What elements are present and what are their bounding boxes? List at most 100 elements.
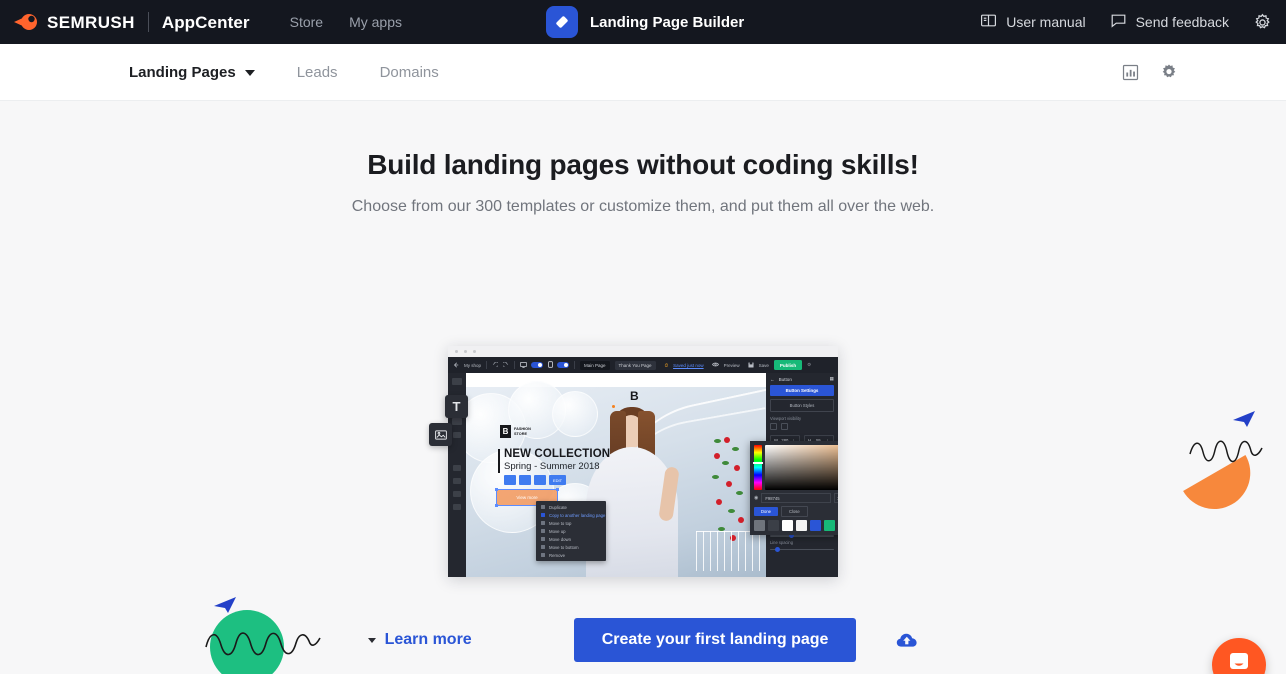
timer-icon [453,504,461,510]
builder-settings-icon: ⚙ [807,362,812,367]
subnav-item-landing-pages[interactable]: Landing Pages [129,64,276,81]
desktop-icon[interactable] [770,423,777,430]
user-manual-button[interactable]: User manual [980,12,1086,32]
blue-triangle-decoration [1231,409,1257,434]
saved-status: Saved just now [673,362,704,368]
image-tool-icon[interactable] [429,423,452,446]
cloud-upload-icon[interactable] [896,631,918,649]
color-swatch[interactable] [810,520,821,531]
right-panel-title: Button [778,376,792,382]
topnav-link-my-apps[interactable]: My apps [349,15,402,29]
move-up-icon [541,529,545,533]
right-panel-header: ← Button ▦ [770,376,834,385]
color-swatch[interactable] [768,520,779,531]
context-menu-item[interactable]: Move down [536,535,606,543]
intercom-chat-icon [1226,650,1252,674]
frame-icon [453,491,461,497]
headline-accent-bar [498,449,500,473]
undo-icon [492,361,499,369]
subnav-label-landing-pages: Landing Pages [129,63,236,81]
top-bar: SEMRUSH AppCenter Store My apps Landing … [0,0,1286,44]
trash-icon [541,553,545,557]
create-landing-page-button[interactable]: Create your first landing page [573,618,857,662]
redo-icon [502,361,509,369]
subnav-item-leads[interactable]: Leads [297,64,359,81]
subnav-label-leads: Leads [296,63,338,81]
mobile-icon[interactable] [781,423,788,430]
top-nav-links: Store My apps [290,15,402,29]
sub-nav-items: Landing Pages Leads Domains [129,64,460,81]
saturation-value-area[interactable] [765,445,838,490]
learn-more-button[interactable]: Learn more [367,631,472,649]
gear-icon[interactable] [1253,13,1274,32]
context-menu-item[interactable]: Remove [536,551,606,559]
landing-page-builder-icon [546,6,578,38]
color-done-button[interactable]: Done [754,507,779,516]
line-spacing-slider[interactable] [770,547,834,551]
move-down-icon [541,537,545,541]
text-tool-icon[interactable]: T [445,395,468,418]
user-manual-label: User manual [1006,14,1086,30]
analytics-icon[interactable] [1121,63,1139,81]
font-size-slider[interactable] [770,533,834,538]
brand-text: FASHION STORE [514,427,531,436]
element-toolbar: EDIT [504,475,566,485]
viewport-visibility-label: Viewport visibility [770,416,802,421]
context-menu-label: Move to bottom [549,544,579,550]
subnav-label-domains: Domains [379,63,439,81]
top-bar-right: User manual Send feedback [980,0,1274,44]
topnav-link-store[interactable]: Store [290,15,323,29]
hex-input[interactable]: F98745 [761,493,831,503]
context-menu-label: Move up [549,528,566,534]
context-menu-label: Move down [549,536,571,542]
context-menu-item[interactable]: Copy to another landing page [536,511,606,519]
subnav-item-domains[interactable]: Domains [380,64,460,81]
brand-logo[interactable]: SEMRUSH AppCenter [0,12,250,32]
opacity-input[interactable]: 100 % [834,493,838,503]
book-icon [980,12,997,32]
window-dot [464,350,467,353]
edit-button: EDIT [549,475,566,485]
brand-suffix: AppCenter [161,12,250,32]
button-styles-tab[interactable]: Button Styles [770,399,834,412]
window-dot [455,350,458,353]
mobile-viewport-toggle [548,361,570,369]
selection-dot [612,405,615,408]
app-title: Landing Page Builder [590,13,745,31]
context-menu-item[interactable]: Move to bottom [536,543,606,551]
grid-icon [453,465,461,471]
publish-button: Publish [773,360,803,370]
arrow-left-icon [453,361,459,369]
send-feedback-button[interactable]: Send feedback [1110,12,1229,32]
context-menu-item[interactable]: Move to top [536,519,606,527]
project-name: My shop [464,362,482,368]
squiggle-decoration [1188,434,1266,473]
context-menu-item[interactable]: Move up [536,527,606,535]
desktop-icon [520,361,527,369]
current-app-block[interactable]: Landing Page Builder [546,0,744,44]
brand-line-1: FASHION [514,426,531,431]
color-close-button[interactable]: Close [781,506,808,517]
save-disk-icon [748,361,754,369]
preview-eye-icon [711,362,719,368]
duplicate-tool-icon [519,475,531,485]
color-swatch[interactable] [782,520,793,531]
button-settings-tab[interactable]: Button Settings [770,385,834,396]
save-label: Save [758,362,769,368]
panel-grid-icon: ▦ [829,376,834,381]
color-swatch[interactable] [796,520,807,531]
context-menu-label: Remove [549,552,566,558]
move-top-icon [541,521,545,525]
brand-divider [147,12,149,32]
main-content: Build landing pages without coding skill… [0,101,1286,674]
delete-tool-icon [534,475,546,485]
eyedropper-icon[interactable]: ◉ [754,495,758,501]
color-swatch[interactable] [824,520,835,531]
divider [574,361,576,369]
hue-slider[interactable] [753,445,763,490]
gear-icon[interactable] [1160,63,1178,81]
context-menu-item[interactable]: Duplicate [536,503,606,511]
color-swatch[interactable] [754,520,765,531]
copy-icon [541,513,545,517]
canvas-subheadline: Spring - Summer 2018 [504,461,600,472]
